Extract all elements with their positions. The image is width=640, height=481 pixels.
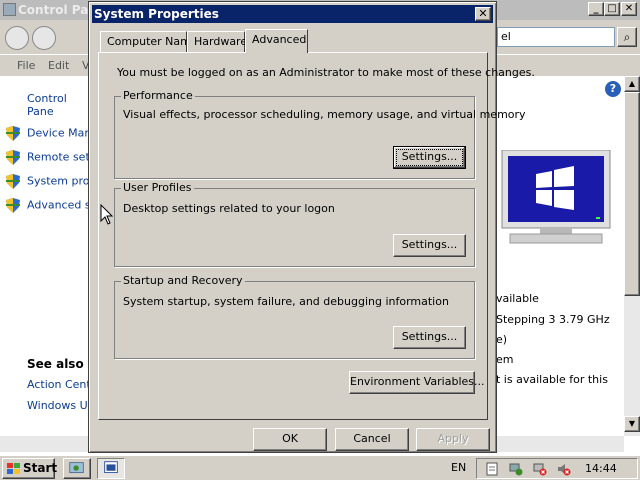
task-device-manager[interactable]: Device Mana [6, 126, 98, 142]
info-line: e) [496, 333, 508, 346]
scrollbar-thumb[interactable] [624, 92, 640, 296]
shield-icon [6, 150, 20, 165]
document-icon[interactable] [485, 462, 499, 476]
performance-description: Visual effects, processor scheduling, me… [123, 108, 526, 121]
taskbar: Start EN 14:44 [0, 455, 640, 480]
system-properties-dialog: System Properties ✕ Computer Name Hardwa… [88, 1, 535, 453]
tab-hardware[interactable]: Hardware [187, 31, 247, 52]
volume-icon[interactable] [557, 462, 571, 476]
mouse-cursor-icon [100, 204, 114, 225]
info-line: t is available for this [496, 373, 608, 386]
search-input[interactable]: el [497, 27, 615, 47]
performance-group: Performance Visual effects, processor sc… [114, 89, 526, 179]
network-icon[interactable] [509, 462, 523, 476]
action-center-icon[interactable] [533, 462, 547, 476]
info-line: em [496, 353, 514, 366]
start-label: Start [23, 461, 58, 475]
menu-file[interactable]: File [17, 59, 35, 72]
system-window-icon [104, 461, 118, 474]
dialog-close-button[interactable]: ✕ [475, 7, 491, 21]
info-line: vailable [496, 292, 539, 305]
shield-icon [6, 198, 20, 213]
monitor-icon [501, 150, 611, 244]
close-icon: ✕ [478, 7, 488, 20]
start-button[interactable]: Start [2, 458, 58, 479]
see-also-heading: See also [27, 357, 84, 371]
tab-computer-name[interactable]: Computer Name [100, 31, 198, 52]
apply-button[interactable]: Apply [416, 428, 490, 451]
quick-launch-button[interactable] [63, 458, 91, 479]
close-button[interactable]: ✕ [621, 2, 637, 16]
shield-icon [6, 126, 20, 141]
user-profiles-group-label: User Profiles [121, 181, 194, 194]
task-label: Remote setti [27, 150, 98, 164]
windows-flag-icon [7, 463, 20, 474]
tab-advanced[interactable]: Advanced [245, 29, 308, 53]
ok-button[interactable]: OK [253, 428, 327, 451]
task-system-protection[interactable]: System prote [6, 174, 101, 190]
user-profiles-group: User Profiles Desktop settings related t… [114, 181, 475, 267]
admin-note: You must be logged on as an Administrato… [117, 66, 535, 79]
scroll-down-button[interactable]: ▼ [624, 416, 640, 432]
task-advanced-system-settings[interactable]: Advanced sy [6, 198, 97, 214]
scroll-up-button[interactable]: ▲ [624, 76, 640, 92]
startup-recovery-description: System startup, system failure, and debu… [123, 295, 449, 308]
user-profiles-settings-button[interactable]: Settings... [393, 234, 466, 257]
advanced-tab-panel: You must be logged on as an Administrato… [98, 52, 535, 420]
minimize-button[interactable]: _ [588, 2, 604, 16]
control-panel-icon [69, 462, 84, 474]
startup-recovery-group-label: Startup and Recovery [121, 274, 245, 287]
control-panel-home-link[interactable]: Control Pane [27, 92, 95, 118]
right-pane: ? vailable Stepping 3 3.79 GHz e) em t i… [488, 76, 624, 436]
dialog-title: System Properties [94, 7, 219, 21]
vertical-scrollbar[interactable]: ▲ ▼ [624, 76, 640, 436]
maximize-button[interactable]: □ [604, 2, 620, 16]
user-profiles-description: Desktop settings related to your logon [123, 202, 335, 215]
info-line: Stepping 3 3.79 GHz [496, 313, 610, 326]
help-icon[interactable]: ? [605, 81, 621, 97]
menu-edit[interactable]: Edit [48, 59, 69, 72]
cancel-button[interactable]: Cancel [335, 428, 409, 451]
performance-settings-button[interactable]: Settings... [393, 146, 466, 169]
performance-group-label: Performance [121, 89, 195, 102]
clock[interactable]: 14:44 [585, 462, 617, 475]
environment-variables-button[interactable]: Environment Variables... [349, 371, 485, 394]
left-pane: Control Pane Device Mana Remote setti Sy… [0, 76, 101, 436]
task-label: Advanced sy [27, 198, 98, 212]
system-tray: 14:44 [476, 458, 638, 479]
shield-icon [6, 174, 20, 189]
see-also-action-center-link[interactable]: Action Cente [27, 378, 97, 391]
startup-recovery-group: Startup and Recovery System startup, sys… [114, 274, 475, 359]
startup-recovery-settings-button[interactable]: Settings... [393, 326, 466, 349]
dialog-titlebar[interactable]: System Properties ✕ [92, 5, 493, 23]
see-also-windows-update-link[interactable]: Windows Up [27, 399, 95, 412]
taskbar-item-control-panel[interactable] [97, 458, 125, 479]
task-remote-settings[interactable]: Remote setti [6, 150, 97, 166]
back-button[interactable] [5, 26, 29, 50]
language-indicator[interactable]: EN [451, 461, 466, 474]
search-icon[interactable]: ⌕ [617, 27, 637, 47]
forward-button[interactable] [32, 26, 56, 50]
control-panel-app-icon [3, 3, 16, 16]
